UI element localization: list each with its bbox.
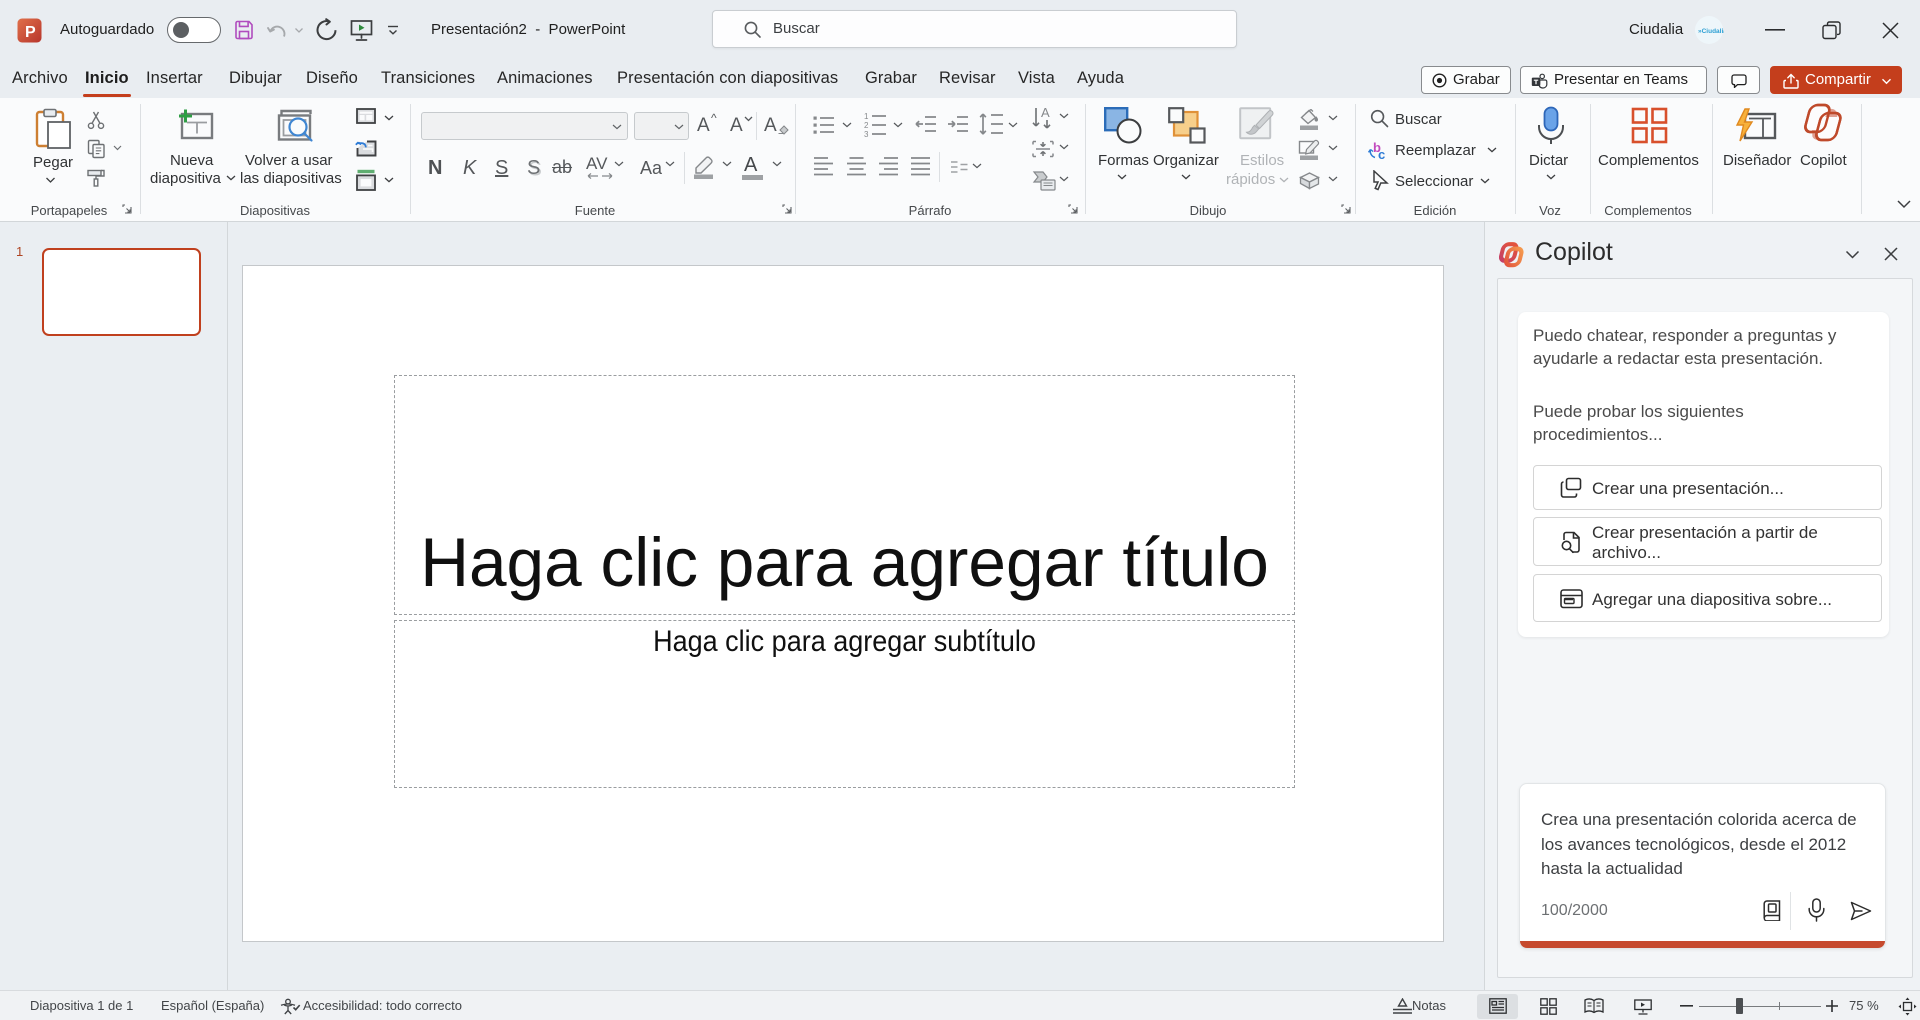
- svg-text:c: c: [1378, 147, 1385, 162]
- svg-text:2: 2: [864, 121, 869, 130]
- svg-text:A: A: [1041, 106, 1050, 120]
- svg-text:»Ciudalia: »Ciudalia: [1698, 28, 1724, 35]
- svg-text:1: 1: [864, 112, 869, 121]
- svg-text:P: P: [25, 24, 36, 41]
- svg-text:3: 3: [864, 130, 869, 138]
